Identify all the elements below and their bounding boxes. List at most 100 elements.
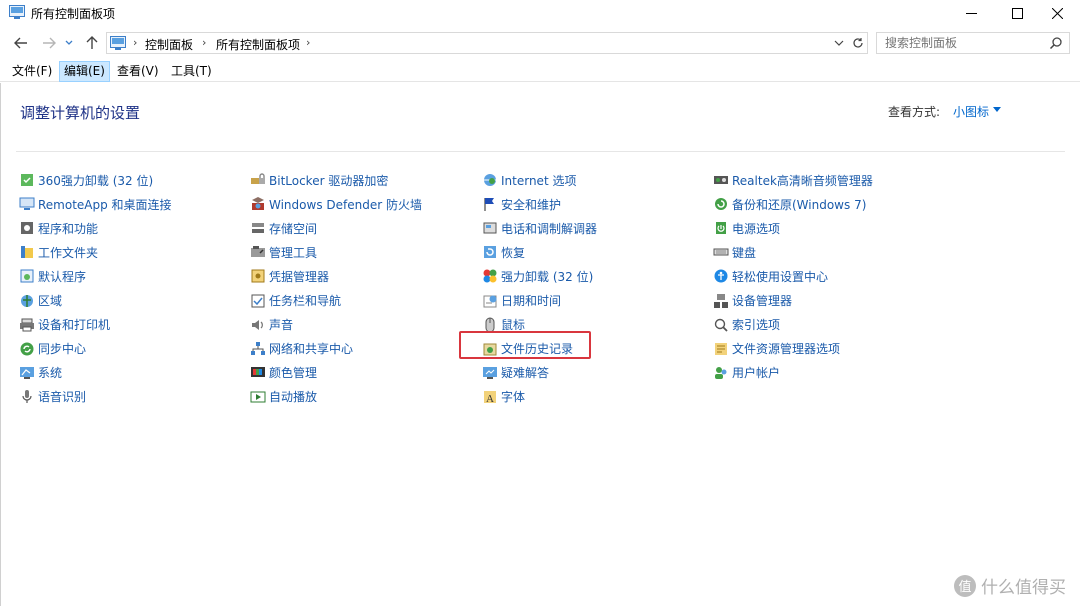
chevron-down-icon (834, 40, 844, 46)
control-panel-item[interactable]: 电话和调制解调器 (482, 216, 707, 240)
search-input[interactable] (885, 36, 1045, 50)
watermark-text: 什么值得买 (981, 578, 1066, 598)
address-dropdown-button[interactable] (832, 35, 846, 51)
control-panel-item[interactable]: 索引选项 (713, 313, 938, 337)
control-panel-item-label: 程序和功能 (38, 221, 99, 236)
control-panel-item[interactable]: 安全和维护 (482, 192, 707, 216)
item-column-2: BitLocker 驱动器加密 Windows Defender 防火墙 存储空间管… (250, 168, 475, 409)
menu-tools[interactable]: 工具(T) (167, 61, 216, 82)
control-panel-item-label: 颜色管理 (269, 366, 318, 381)
control-panel-item[interactable]: 颜色管理 (250, 361, 475, 385)
control-panel-item[interactable]: 同步中心 (19, 337, 244, 361)
control-panel-item[interactable]: 恢复 (482, 240, 707, 264)
control-panel-item[interactable]: A 字体 (482, 385, 707, 409)
control-panel-item[interactable]: 键盘 (713, 240, 938, 264)
control-panel-item-label: 声音 (269, 318, 294, 333)
control-panel-item[interactable]: 文件资源管理器选项 (713, 337, 938, 361)
uninstall-color-icon (483, 269, 497, 283)
control-panel-item[interactable]: Windows Defender 防火墙 (250, 192, 475, 216)
close-icon (1051, 7, 1063, 19)
control-panel-item[interactable]: 系统 (19, 361, 244, 385)
clock-icon (483, 295, 497, 308)
control-panel-item[interactable]: 网络和共享中心 (250, 337, 475, 361)
breadcrumb-separator[interactable]: › (306, 36, 310, 49)
control-panel-item[interactable]: 默认程序 (19, 264, 244, 288)
microphone-icon (22, 389, 32, 403)
search-icon (1049, 37, 1062, 50)
control-panel-item-label: 备份和还原(Windows 7) (732, 197, 867, 212)
control-panel-item[interactable]: 存储空间 (250, 216, 475, 240)
control-panel-item-label: 凭据管理器 (269, 269, 330, 284)
maximize-icon (1011, 7, 1023, 19)
control-panel-item-label: 任务栏和导航 (269, 294, 342, 309)
refresh-icon (853, 38, 863, 48)
control-panel-item-label: 索引选项 (732, 318, 781, 333)
control-panel-item[interactable]: 工作文件夹 (19, 240, 244, 264)
color-icon (251, 366, 265, 377)
search-box[interactable] (876, 32, 1070, 54)
menu-edit[interactable]: 编辑(E) (59, 61, 110, 82)
control-panel-item[interactable]: 自动播放 (250, 385, 475, 409)
storage-icon (252, 223, 264, 234)
forward-arrow-icon (43, 37, 56, 49)
breadcrumb-control-panel[interactable]: 控制面板 (145, 36, 193, 53)
caret-down-icon[interactable] (993, 107, 1001, 112)
control-panel-item-label: 自动播放 (269, 390, 318, 405)
breadcrumb-separator[interactable]: › (133, 36, 137, 49)
menu-view[interactable]: 查看(V) (113, 61, 163, 82)
up-arrow-icon (86, 36, 98, 49)
menu-file[interactable]: 文件(F) (8, 61, 56, 82)
back-button[interactable] (12, 34, 30, 52)
view-mode-dropdown[interactable]: 小图标 (953, 103, 989, 120)
control-panel-item[interactable]: BitLocker 驱动器加密 (250, 168, 475, 192)
control-panel-item[interactable]: 日期和时间 (482, 288, 707, 312)
control-panel-item[interactable]: Internet 选项 (482, 168, 707, 192)
up-button[interactable] (83, 34, 101, 52)
refresh-button[interactable] (851, 35, 865, 51)
back-arrow-icon (14, 37, 27, 49)
font-icon: A (484, 390, 496, 405)
control-panel-item[interactable]: 声音 (250, 313, 475, 337)
control-panel-item[interactable]: 任务栏和导航 (250, 288, 475, 312)
control-panel-item[interactable]: 管理工具 (250, 240, 475, 264)
programs-icon (21, 222, 33, 235)
close-button[interactable] (1034, 0, 1080, 26)
control-panel-item[interactable]: 轻松使用设置中心 (713, 264, 938, 288)
bitlocker-icon (251, 173, 265, 185)
recovery-icon (484, 246, 496, 259)
control-panel-item-label: 管理工具 (269, 245, 318, 260)
control-panel-item-label: 恢复 (501, 245, 526, 260)
control-panel-item[interactable]: 语音识别 (19, 385, 244, 409)
control-panel-item[interactable]: 区域 (19, 288, 244, 312)
control-panel-item[interactable]: 电源选项 (713, 216, 938, 240)
control-panel-item[interactable]: 备份和还原(Windows 7) (713, 192, 938, 216)
printer-icon (20, 318, 34, 332)
control-panel-item[interactable]: 程序和功能 (19, 216, 244, 240)
minimize-icon (965, 12, 977, 14)
default-programs-icon (20, 269, 34, 283)
breadcrumb-separator[interactable]: › (202, 36, 206, 49)
control-panel-item-label: 疑难解答 (501, 366, 550, 381)
control-panel-item[interactable]: 强力卸载 (32 位) (482, 264, 707, 288)
svg-text:A: A (486, 393, 494, 405)
control-panel-item-label: 区域 (38, 294, 63, 309)
control-panel-item[interactable]: 疑难解答 (482, 361, 707, 385)
breadcrumb-all-items[interactable]: 所有控制面板项 (216, 36, 300, 53)
control-panel-item-label: 日期和时间 (501, 294, 562, 309)
control-panel-item[interactable]: 用户帐户 (713, 361, 938, 385)
uninstall-icon (21, 174, 33, 187)
control-panel-item[interactable]: 凭据管理器 (250, 264, 475, 288)
minimize-button[interactable] (948, 0, 994, 26)
control-panel-item-label: 语音识别 (38, 390, 87, 405)
window-title: 所有控制面板项 (31, 7, 116, 21)
address-bar[interactable]: › 控制面板 › 所有控制面板项 › (106, 32, 868, 54)
control-panel-item[interactable]: RemoteApp 和桌面连接 (19, 192, 244, 216)
control-panel-item-label: 电源选项 (732, 221, 781, 236)
control-panel-item[interactable]: 设备管理器 (713, 288, 938, 312)
control-panel-item[interactable]: 360强力卸载 (32 位) (19, 168, 244, 192)
control-panel-item-label: 默认程序 (38, 269, 87, 284)
control-panel-item[interactable]: Realtek高清晰音频管理器 (713, 168, 938, 192)
forward-button[interactable] (40, 34, 58, 52)
control-panel-item[interactable]: 设备和打印机 (19, 313, 244, 337)
recent-locations-button[interactable] (63, 34, 75, 52)
